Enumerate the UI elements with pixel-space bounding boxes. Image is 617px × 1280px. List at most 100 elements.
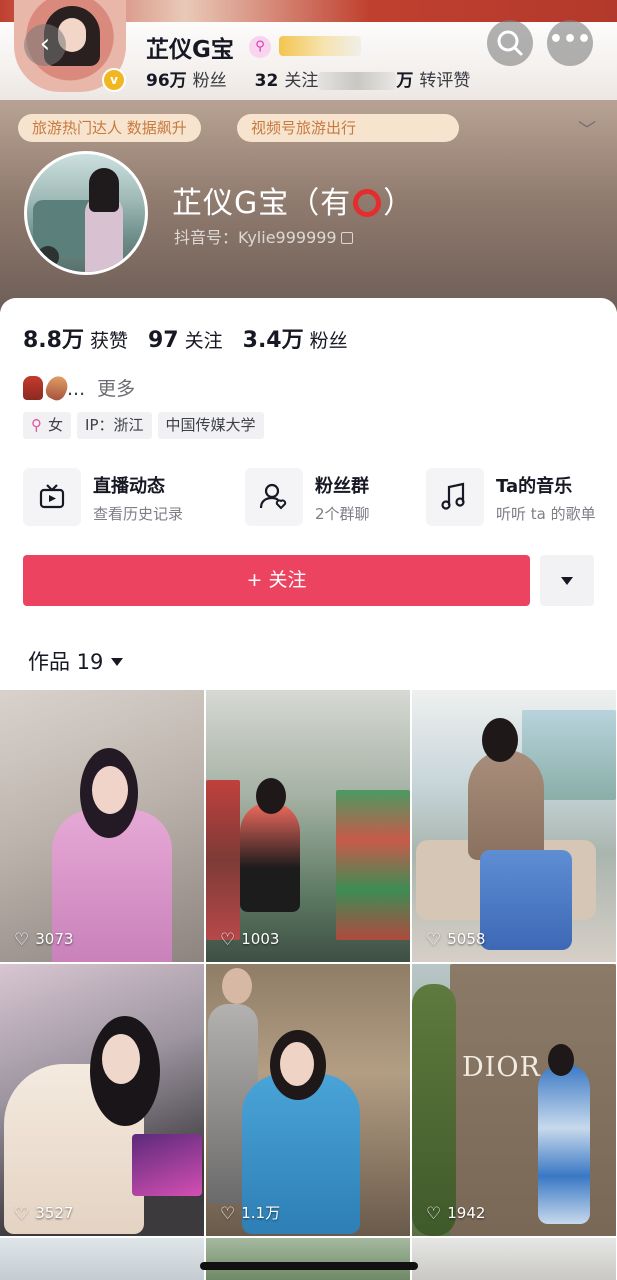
- likes-label: 获赞: [89, 330, 128, 352]
- works-tab[interactable]: 作品 19: [28, 646, 124, 676]
- video-tile[interactable]: ♡ 3527: [0, 964, 204, 1236]
- douyin-id-text: 抖音号：Kylie999999: [174, 228, 337, 247]
- fans-label[interactable]: 粉丝: [310, 330, 348, 352]
- video-tree: [412, 984, 456, 1236]
- video-likes: ♡ 5058: [426, 930, 486, 950]
- header-likes-unit: 万: [396, 71, 414, 91]
- video-person-face: [92, 766, 128, 814]
- video-man-head: [222, 968, 252, 1004]
- video-person: [538, 1064, 590, 1224]
- dior-sign: DIOR: [462, 1052, 541, 1083]
- search-icon: [497, 30, 523, 56]
- video-laptop: [132, 1134, 202, 1196]
- video-person-head: [256, 778, 286, 814]
- display-name-text: 芷仪G宝（有: [172, 186, 352, 221]
- header-following-label: 关注: [284, 71, 319, 91]
- video-tile[interactable]: ♡ 1.1万: [206, 964, 410, 1236]
- video-tile[interactable]: DIOR ♡ 1942: [412, 964, 616, 1236]
- bio: ... 更多: [23, 372, 135, 404]
- video-tile[interactable]: [206, 1238, 410, 1280]
- video-person-face: [102, 1034, 140, 1084]
- video-shelf: [336, 790, 410, 940]
- heart-icon: ♡: [220, 1204, 236, 1224]
- heart-icon: ♡: [14, 930, 30, 950]
- more-options-button[interactable]: •••: [547, 20, 593, 66]
- caret-down-icon: [111, 658, 124, 666]
- follow-button[interactable]: + 关注: [23, 555, 530, 606]
- header-followers-label: 粉丝: [192, 71, 227, 91]
- female-icon: ⚲: [31, 416, 42, 434]
- gender-text: 女: [48, 416, 64, 434]
- follow-dropdown-button[interactable]: [540, 555, 594, 606]
- video-grid: ♡3073 ♡1003 ♡5058 ♡3527 ♡1.1万 DIOR: [0, 690, 617, 1280]
- video-likes: ♡ 1942: [426, 1204, 486, 1224]
- info-tags: ⚲ 女 IP：浙江 中国传媒大学: [23, 412, 270, 440]
- home-indicator: [200, 1262, 418, 1270]
- bio-more-link[interactable]: 更多: [97, 378, 135, 400]
- header-stats: 96万 粉丝 32 关注 万转评赞: [146, 66, 470, 91]
- video-tile[interactable]: [0, 1238, 204, 1280]
- copy-icon[interactable]: [340, 232, 353, 244]
- heart-icon: ♡: [220, 930, 236, 950]
- video-shelf: [206, 780, 240, 940]
- video-person: [240, 802, 300, 912]
- verified-badge-icon: v: [102, 68, 126, 92]
- scarf-emoji-icon: [23, 376, 43, 400]
- header-following-count: 32: [254, 71, 279, 91]
- profile-header-background: v ‹ 芷仪G宝 ⚲ 96万 粉丝 32 关注 万转评赞 ••• 旅游热门达人 数据飙升…: [0, 0, 617, 312]
- school-tag[interactable]: 中国传媒大学: [157, 412, 264, 439]
- likes-count: 8.8万: [23, 328, 84, 353]
- crown-level-badge: [279, 36, 361, 56]
- profile-display-name: 芷仪G宝（有 ）: [172, 178, 414, 222]
- profile-avatar[interactable]: [24, 151, 148, 275]
- more-dots-icon: •••: [548, 27, 592, 52]
- video-person-face: [280, 1042, 314, 1086]
- fan-group-icon: [259, 483, 287, 510]
- feature-icon-box: [426, 468, 484, 526]
- feature-title: 粉丝群: [315, 476, 369, 497]
- video-tile[interactable]: ♡ 5058: [412, 690, 616, 962]
- video-likes: ♡ 1003: [220, 930, 280, 950]
- video-person-legs: [480, 850, 572, 950]
- feature-title: Ta的音乐: [496, 476, 573, 497]
- tag-video-channel[interactable]: 视频号旅游出行: [237, 114, 459, 142]
- video-building: [450, 964, 616, 1236]
- tag-travel-creator[interactable]: 旅游热门达人 数据飙升: [18, 114, 201, 142]
- header-likes-label: 转评赞: [419, 71, 471, 91]
- heart-icon: ♡: [426, 1204, 442, 1224]
- following-count[interactable]: 97: [148, 328, 179, 353]
- feature-subtitle: 2个群聊: [315, 505, 370, 523]
- search-button[interactable]: [487, 20, 533, 66]
- back-arrow-icon: ‹: [39, 29, 51, 59]
- profile-stats: 8.8万 获赞 97 关注 3.4万 粉丝: [23, 322, 348, 354]
- red-circle-emoji-icon: [353, 189, 382, 217]
- avatar-wheel: [37, 246, 59, 268]
- video-person-head: [482, 718, 518, 762]
- works-tab-label: 作品 19: [28, 650, 104, 674]
- following-label[interactable]: 关注: [185, 330, 223, 352]
- feature-title: 直播动态: [93, 476, 165, 497]
- chevron-down-icon[interactable]: ﹀: [578, 116, 596, 142]
- ip-location-tag: IP：浙江: [77, 412, 152, 439]
- video-likes: ♡ 1.1万: [220, 1204, 281, 1224]
- video-tile[interactable]: ♡ 3073: [0, 690, 204, 962]
- heart-icon: ♡: [14, 1204, 30, 1224]
- feature-subtitle: 听听 ta 的歌单: [496, 505, 596, 523]
- video-tile[interactable]: ♡ 1003: [206, 690, 410, 962]
- video-tile[interactable]: [412, 1238, 616, 1280]
- avatar-person-hair: [89, 168, 119, 212]
- back-button[interactable]: ‹: [24, 24, 66, 66]
- video-likes: ♡ 3073: [14, 930, 74, 950]
- heart-icon: ♡: [426, 930, 442, 950]
- display-name-close: ）: [383, 186, 415, 221]
- header-followers-count: 96万: [146, 71, 187, 91]
- video-likes: ♡ 3527: [14, 1204, 74, 1224]
- fans-count[interactable]: 3.4万: [243, 328, 304, 353]
- feature-subtitle: 查看历史记录: [93, 505, 184, 523]
- feature-entries: 直播动态 查看历史记录 粉丝群 2个群聊 Ta的音乐 听听 ta 的歌单: [23, 468, 613, 528]
- feature-icon-box: [245, 468, 303, 526]
- female-creator-icon: ⚲: [249, 36, 271, 58]
- video-person: [468, 750, 544, 860]
- video-person-head: [548, 1044, 574, 1076]
- douyin-id[interactable]: 抖音号：Kylie999999: [174, 224, 353, 248]
